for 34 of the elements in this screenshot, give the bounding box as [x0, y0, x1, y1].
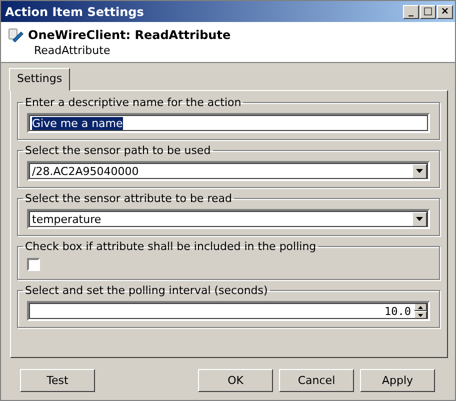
checkbox[interactable]: [27, 258, 40, 271]
close-button[interactable]: ×: [437, 4, 453, 18]
maximize-button[interactable]: □: [420, 4, 436, 18]
spin-up-button[interactable]: [414, 303, 427, 311]
group-label: Select the sensor path to be used: [24, 144, 212, 157]
plug-icon: [8, 27, 24, 43]
group-label: Select the sensor attribute to be read: [24, 192, 233, 205]
dropdown[interactable]: temperature: [27, 209, 430, 229]
number-field[interactable]: 10.0: [27, 301, 430, 321]
action-button[interactable]: Test: [20, 369, 95, 392]
field-value: Give me a name: [32, 116, 123, 130]
action-button[interactable]: Cancel: [279, 369, 354, 392]
field-value: 10.0: [384, 304, 411, 318]
group-label: Enter a descriptive name for the action: [24, 96, 242, 109]
group-label: Check box if attribute shall be included in the polling: [24, 240, 318, 253]
group-label: Select and set the polling interval (seconds): [24, 284, 269, 297]
caret-icon: [416, 217, 423, 221]
minimize-button[interactable]: _: [403, 4, 419, 18]
spin-down-button[interactable]: [414, 311, 427, 319]
name-field[interactable]: Give me a name: [27, 113, 430, 133]
dropdown-value: /28.AC2A95040000: [32, 164, 139, 178]
dropdown-value: temperature: [32, 212, 102, 226]
up-arrow-icon: [418, 306, 423, 308]
action-button[interactable]: OK: [198, 369, 273, 392]
dropdown-button[interactable]: [412, 164, 427, 178]
window-title: Action Item Settings: [5, 4, 144, 18]
dropdown[interactable]: /28.AC2A95040000: [27, 161, 430, 181]
header-title: OneWireClient: ReadAttribute: [28, 28, 231, 42]
action-button[interactable]: Apply: [360, 369, 435, 392]
header-subtitle: ReadAttribute: [34, 44, 112, 57]
dropdown-button[interactable]: [412, 212, 427, 226]
down-arrow-icon: [418, 314, 423, 316]
tab[interactable]: Settings: [9, 68, 70, 91]
caret-icon: [416, 169, 423, 173]
